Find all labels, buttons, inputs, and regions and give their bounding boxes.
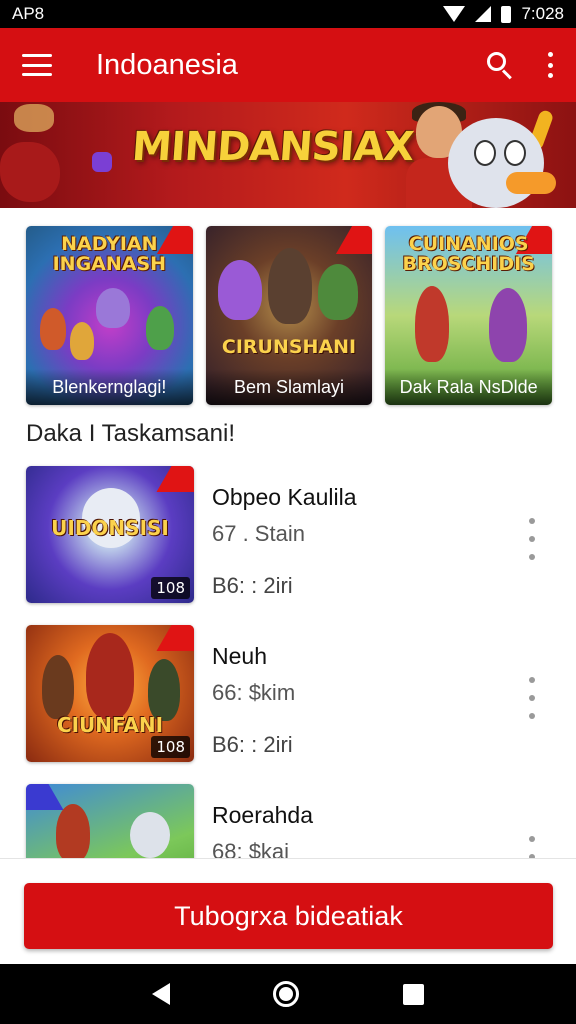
list-item-info: Neuh 66: $kim B6: : 2iri [212, 625, 550, 784]
overflow-menu-icon[interactable] [546, 52, 554, 78]
character-figure [42, 655, 74, 719]
app-bar: Indoanesia [0, 28, 576, 102]
list-item-title: Neuh [212, 643, 267, 669]
count-badge: 108 [151, 736, 190, 758]
status-left-text: AP8 [12, 4, 45, 23]
list-item[interactable]: UIDONSISI 108 Obpeo Kaulila 67 . Stain B… [26, 466, 550, 625]
character-figure [415, 286, 450, 362]
wifi-icon [443, 6, 466, 22]
section-title: Daka I Taskamsani! [26, 420, 235, 447]
character-figure [317, 264, 358, 320]
featured-card-caption: Dak Rala NsDlde [385, 369, 553, 405]
banner-gem-decoration [14, 104, 54, 132]
list-item[interactable]: CIUNFANI 108 Neuh 66: $kim B6: : 2iri [26, 625, 550, 784]
featured-card-art-title: CIRUNSHANI [221, 336, 357, 358]
app-title: Indoanesia [96, 48, 238, 81]
featured-card[interactable]: NADYIAN INGANASH Blenkernglagi! [26, 226, 193, 405]
featured-carousel: NADYIAN INGANASH Blenkernglagi! CIRUNSHA… [26, 226, 553, 406]
menu-icon[interactable] [22, 54, 52, 76]
corner-ribbon [26, 784, 64, 810]
featured-card-caption: Blenkernglagi! [26, 369, 193, 405]
character-figure [267, 248, 312, 324]
count-badge: 108 [151, 577, 190, 599]
character-figure [217, 260, 262, 320]
character-figure [40, 308, 66, 350]
bottom-action-panel: Tubogrxa bideatiak [0, 858, 576, 964]
banner-gem-decoration [92, 152, 112, 172]
character-figure [130, 812, 170, 858]
status-time: 7:028 [521, 4, 564, 23]
status-icons: 7:028 [443, 4, 564, 24]
banner-gem-decoration [0, 142, 60, 202]
list-item-thumbnail: CIUNFANI 108 [26, 625, 194, 762]
search-icon[interactable] [484, 49, 516, 81]
signal-icon [475, 6, 492, 22]
system-nav-bar [0, 964, 576, 1024]
character-figure [96, 288, 130, 328]
corner-ribbon [336, 226, 373, 254]
banner-creature-character [446, 108, 576, 208]
list-item-meta: B6: : 2iri [212, 573, 293, 598]
character-figure [86, 633, 134, 719]
recents-icon[interactable] [403, 983, 425, 1005]
featured-card[interactable]: CUINANIOS BROSCHIDIS Dak Rala NsDlde [385, 226, 553, 405]
list-item-meta: B6: : 2iri [212, 732, 293, 757]
primary-cta-button[interactable]: Tubogrxa bideatiak [24, 883, 553, 949]
featured-card-caption: Bem Slamlayi [205, 369, 373, 405]
featured-card-art-title: NADYIAN INGANASH [52, 233, 167, 275]
character-figure [56, 804, 90, 862]
featured-card[interactable]: CIRUNSHANI Bem Slamlayi [205, 226, 373, 405]
character-figure [148, 659, 180, 721]
status-bar: AP8 7:028 [0, 0, 576, 28]
character-figure [146, 306, 174, 350]
list-item-title: Obpeo Kaulila [212, 484, 357, 510]
featured-card-art-title: CUINANIOS BROSCHIDIS [402, 233, 535, 275]
character-figure [70, 322, 94, 360]
more-icon[interactable] [528, 677, 536, 719]
back-icon[interactable] [151, 983, 170, 1005]
thumbnail-title: UIDONSISI [51, 516, 169, 540]
corner-ribbon [156, 466, 194, 492]
banner-logo-text: MINDANSIAX [130, 124, 415, 170]
character-figure [489, 288, 528, 362]
corner-ribbon [156, 625, 194, 651]
list-item-title: Roerahda [212, 802, 314, 828]
more-icon[interactable] [528, 518, 536, 560]
thumbnail-title: CIUNFANI [56, 713, 164, 737]
list-item-subtitle: 67 . Stain [212, 521, 305, 546]
list-item-subtitle: 66: $kim [212, 680, 296, 705]
promo-banner[interactable]: MINDANSIAX [0, 102, 576, 208]
battery-icon [501, 5, 512, 23]
home-icon[interactable] [273, 981, 300, 1007]
list-item-thumbnail: UIDONSISI 108 [26, 466, 194, 603]
list-item-info: Obpeo Kaulila 67 . Stain B6: : 2iri [212, 466, 550, 625]
